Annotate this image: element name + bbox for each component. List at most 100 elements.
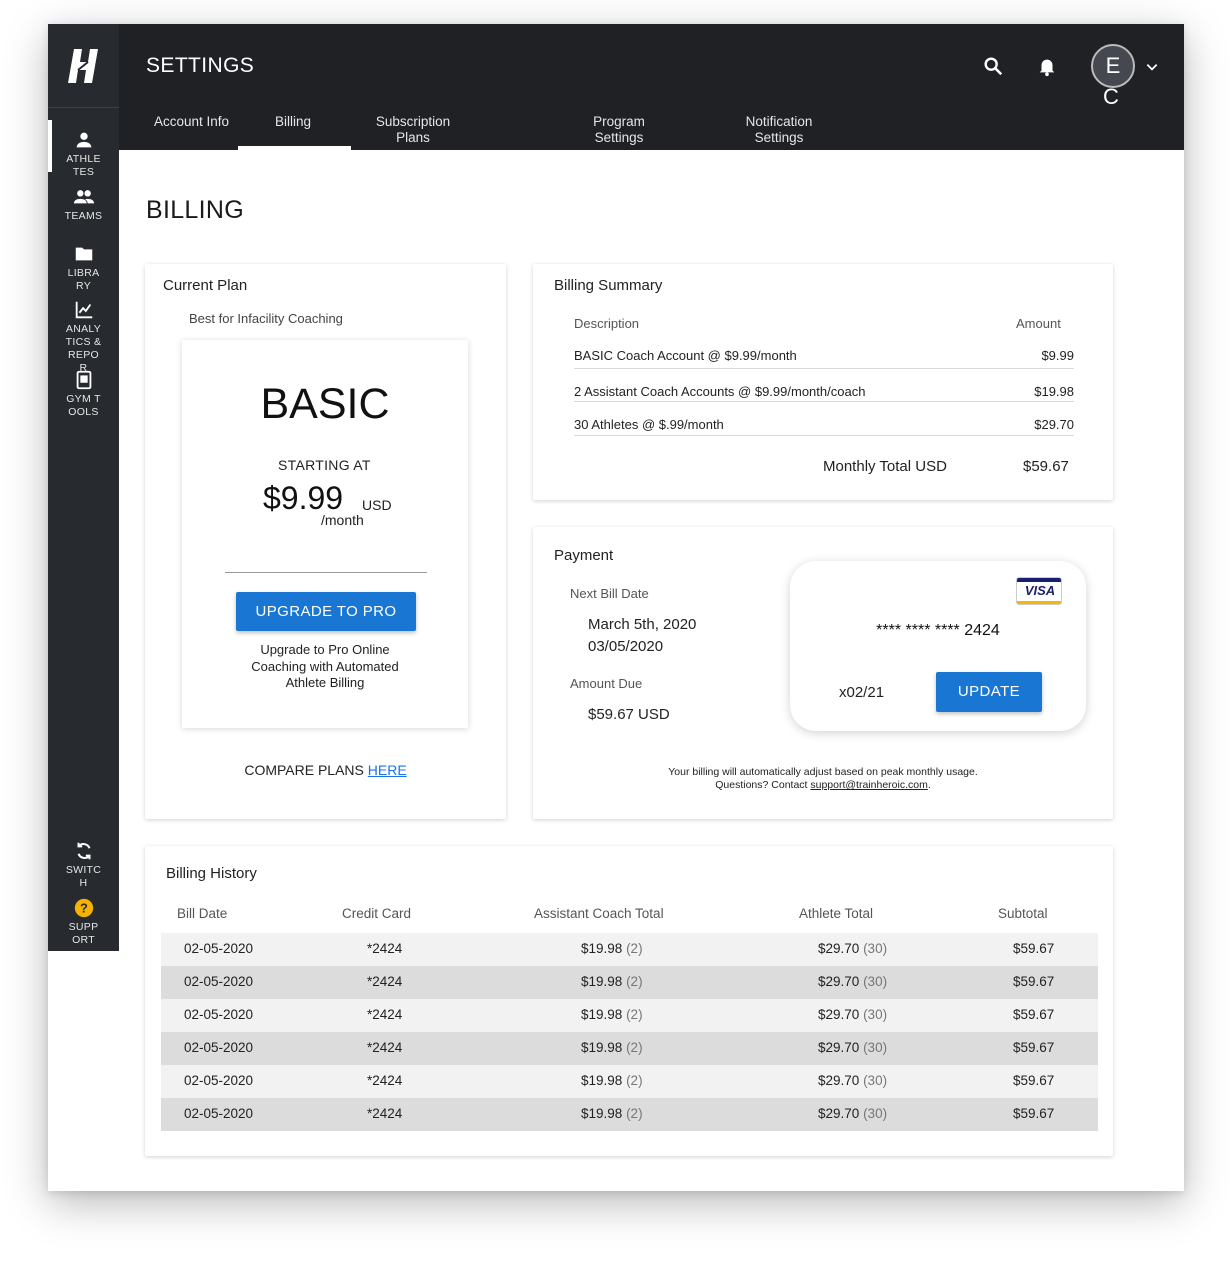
sidebar: ATHLETES TEAMS LIBRARY ANALYTICS & REPOR… [48, 24, 119, 951]
plan-tagline: Best for Infacility Coaching [189, 311, 343, 326]
history-athlete: $29.70 (30) [818, 1007, 887, 1022]
summary-amount: $29.70 [1034, 417, 1074, 432]
summary-row: BASIC Coach Account @ $9.99/month $9.99 [574, 348, 1074, 363]
folder-icon [75, 247, 92, 261]
card-brand: VISA [1024, 583, 1056, 598]
table-row: 02-05-2020 *2424 $19.98 (2) $29.70 (30) … [161, 1098, 1098, 1131]
tablet-icon [76, 370, 91, 390]
group-icon [73, 190, 94, 204]
history-coach: $19.98 (2) [581, 1040, 643, 1055]
avatar[interactable]: E [1091, 44, 1135, 88]
coach-count: (2) [626, 974, 643, 989]
history-coach: $19.98 (2) [581, 1073, 643, 1088]
history-col-credit-card: Credit Card [342, 906, 412, 921]
sidebar-item-athletes[interactable]: ATHLETES [48, 129, 119, 179]
billing-note-line2: Questions? Contact support@trainheroic.c… [658, 779, 988, 792]
tab-account-info[interactable]: Account Info [144, 114, 239, 130]
billing-note-line1: Your billing will automatically adjust b… [668, 766, 978, 778]
coach-total: $19.98 [581, 941, 623, 956]
col-description-header: Description [574, 316, 640, 331]
next-bill-date-label: Next Bill Date [570, 586, 649, 601]
history-col-subtotal: Subtotal [998, 906, 1048, 921]
table-row: 02-05-2020 *2424 $19.98 (2) $29.70 (30) … [161, 933, 1098, 966]
sidebar-item-library[interactable]: LIBRARY [48, 243, 119, 293]
coach-total: $19.98 [581, 1040, 623, 1055]
chevron-down-icon[interactable] [1145, 60, 1159, 74]
history-subtotal: $59.67 [1013, 941, 1055, 956]
history-date: 02-05-2020 [184, 1040, 254, 1055]
history-card: *2424 [367, 1007, 403, 1022]
visa-logo: VISA [1016, 577, 1062, 605]
svg-text:?: ? [79, 901, 87, 916]
history-date: 02-05-2020 [184, 1106, 254, 1121]
athlete-total: $29.70 [818, 1007, 860, 1022]
billing-summary-title: Billing Summary [554, 277, 663, 294]
bell-icon[interactable] [1036, 55, 1058, 77]
history-date: 02-05-2020 [184, 974, 254, 989]
monthly-total-value: $59.67 [1023, 458, 1069, 475]
tab-billing[interactable]: Billing [263, 114, 323, 130]
search-icon[interactable] [982, 55, 1004, 77]
coach-count: (2) [626, 1073, 643, 1088]
payment-title: Payment [554, 547, 614, 564]
billing-note-prefix: Questions? Contact [715, 779, 811, 791]
tab-notification-settings[interactable]: Notification Settings [733, 114, 825, 146]
sidebar-item-teams[interactable]: TEAMS [48, 186, 119, 223]
tab-subscription-plans[interactable]: Subscription Plans [368, 114, 458, 146]
summary-divider [574, 368, 1074, 369]
history-subtotal: $59.67 [1013, 1007, 1055, 1022]
athlete-count: (30) [863, 941, 888, 956]
coach-count: (2) [626, 941, 643, 956]
visa-stripe-bottom [1017, 601, 1061, 604]
athlete-total: $29.70 [818, 941, 860, 956]
compare-plans-link[interactable]: HERE [368, 762, 407, 778]
athlete-count: (30) [863, 1106, 888, 1121]
athlete-total: $29.70 [818, 1073, 860, 1088]
history-card: *2424 [367, 1040, 403, 1055]
athlete-count: (30) [863, 974, 888, 989]
credit-card-panel: VISA **** **** **** 2424 x02/21 UPDATE [790, 561, 1086, 731]
billing-summary-card: Billing Summary Description Amount BASIC… [533, 264, 1113, 500]
summary-row: 30 Athletes @ $.99/month $29.70 [574, 417, 1074, 432]
coach-count: (2) [626, 1040, 643, 1055]
sidebar-item-gym-tools[interactable]: GYM TOOLS [48, 369, 119, 419]
logo[interactable] [48, 24, 119, 108]
logo-h-icon [67, 48, 98, 83]
history-athlete: $29.70 (30) [818, 1106, 887, 1121]
coach-total: $19.98 [581, 974, 623, 989]
summary-divider [574, 401, 1074, 402]
card-expiry: x02/21 [839, 684, 885, 701]
sidebar-item-analytics[interactable]: ANALYTICS & REPOR [48, 299, 119, 375]
plan-box: BASIC STARTING AT $9.99 USD /month UPGRA… [182, 340, 468, 728]
app-title: SETTINGS [146, 54, 255, 77]
history-coach: $19.98 (2) [581, 1106, 643, 1121]
coach-total: $19.98 [581, 1007, 623, 1022]
history-coach: $19.98 (2) [581, 941, 643, 956]
table-row: 02-05-2020 *2424 $19.98 (2) $29.70 (30) … [161, 966, 1098, 999]
history-col-bill-date: Bill Date [177, 906, 228, 921]
starting-at-label: STARTING AT [278, 457, 371, 473]
upgrade-to-pro-button[interactable]: UPGRADE TO PRO [236, 592, 416, 631]
billing-note-suffix: . [927, 779, 931, 791]
history-athlete: $29.70 (30) [818, 941, 887, 956]
sidebar-item-support[interactable]: ? SUPPORT [48, 897, 119, 947]
plan-name: BASIC [260, 380, 390, 428]
summary-amount: $9.99 [1041, 348, 1074, 363]
sidebar-item-label: GYM TOOLS [66, 393, 101, 418]
chart-icon [75, 301, 92, 319]
update-card-button[interactable]: UPDATE [936, 672, 1042, 712]
summary-description: BASIC Coach Account @ $9.99/month [574, 348, 797, 363]
app-window: ATHLETES TEAMS LIBRARY ANALYTICS & REPOR… [48, 24, 1184, 1191]
sidebar-item-label: ANALYTICS & REPOR [65, 323, 102, 374]
athlete-total: $29.70 [818, 974, 860, 989]
sidebar-item-switch[interactable]: SWITCH [48, 840, 119, 890]
coach-count: (2) [626, 1007, 643, 1022]
active-tab-indicator [238, 146, 351, 150]
switch-icon [76, 842, 91, 860]
support-email-link[interactable]: support@trainheroic.com [810, 779, 927, 791]
col-amount-header: Amount [1016, 316, 1061, 331]
summary-description: 2 Assistant Coach Accounts @ $9.99/month… [574, 384, 866, 399]
plan-period: /month [321, 512, 364, 528]
tab-program-settings[interactable]: Program Settings [584, 114, 654, 146]
summary-row: 2 Assistant Coach Accounts @ $9.99/month… [574, 384, 1074, 399]
